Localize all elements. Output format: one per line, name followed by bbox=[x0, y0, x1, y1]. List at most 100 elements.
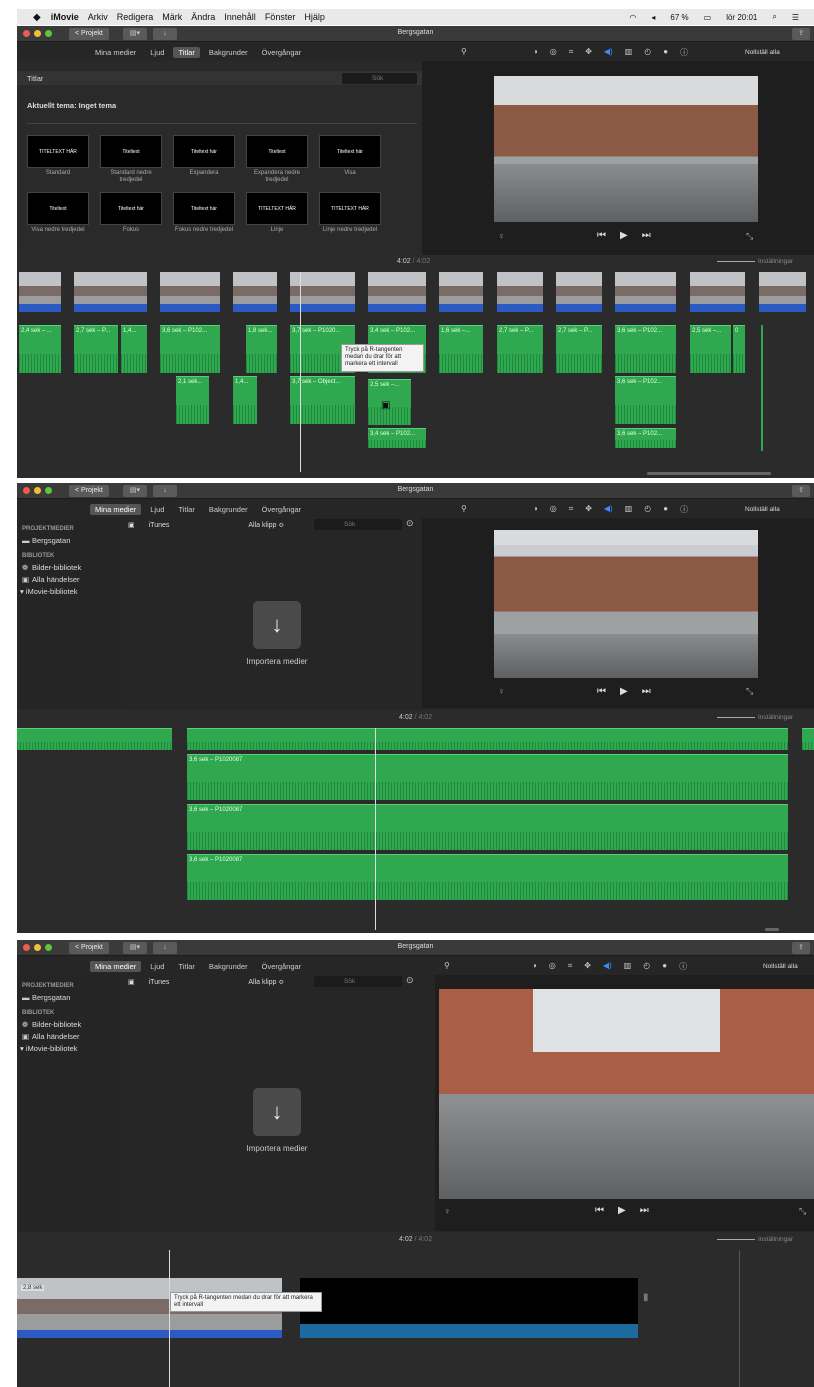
skip-forward-icon[interactable]: ⏭ bbox=[640, 1205, 649, 1216]
title-tile[interactable]: Titeltext Expandera nedre tredjedel bbox=[246, 135, 308, 186]
fullscreen-icon[interactable]: ⤡ bbox=[799, 1206, 806, 1217]
timeline[interactable]: 4:02 / 4:02 Inställningar 2,8 sek ▮ Tryc… bbox=[17, 1232, 814, 1387]
audio-clip[interactable]: 2,7 sek – P... bbox=[497, 325, 543, 373]
play-icon[interactable]: ▶ bbox=[620, 230, 628, 241]
reset-all-button[interactable]: Nollställ alla bbox=[745, 506, 780, 513]
microphone-icon[interactable]: ♀ bbox=[444, 1206, 451, 1216]
menu-andra[interactable]: Ändra bbox=[191, 12, 215, 22]
video-clip[interactable] bbox=[233, 272, 277, 312]
sidebar-item-imovie-library[interactable]: ▾ iMovie-bibliotek bbox=[20, 1044, 122, 1053]
playhead[interactable] bbox=[375, 728, 376, 930]
timeline-scrollbar[interactable] bbox=[765, 928, 779, 931]
tab-my-media[interactable]: Mina medier bbox=[90, 504, 142, 515]
video-clip[interactable] bbox=[497, 272, 543, 312]
title-tile[interactable]: Titeltext här Visa bbox=[319, 135, 381, 186]
filter-options-icon[interactable]: ⊙ bbox=[406, 518, 414, 529]
video-clip[interactable] bbox=[759, 272, 806, 312]
reset-all-button[interactable]: Nollställ alla bbox=[745, 49, 780, 56]
magic-wand-icon[interactable]: ⚲ bbox=[444, 961, 450, 972]
crop-icon[interactable]: ⌗ bbox=[568, 961, 573, 972]
color-correction-icon[interactable]: ◎ bbox=[550, 504, 557, 515]
stabilization-icon[interactable]: ✥ bbox=[584, 961, 591, 972]
settings-label[interactable]: Inställningar bbox=[758, 1236, 793, 1243]
audio-clip-sliver[interactable] bbox=[761, 325, 763, 451]
video-clip[interactable] bbox=[19, 272, 61, 312]
tab-titles[interactable]: Titlar bbox=[178, 505, 194, 514]
audio-clip[interactable]: 2,4 sek – ... bbox=[19, 325, 61, 373]
audio-clip[interactable]: 0 bbox=[733, 325, 745, 373]
tab-backgrounds[interactable]: Bakgrunder bbox=[209, 48, 248, 57]
skip-back-icon[interactable]: ⏮ bbox=[597, 686, 606, 697]
menu-hjalp[interactable]: Hjälp bbox=[304, 12, 325, 22]
tab-backgrounds[interactable]: Bakgrunder bbox=[209, 962, 248, 971]
black-clip-bar[interactable] bbox=[300, 1324, 638, 1338]
video-clip[interactable] bbox=[690, 272, 745, 312]
fullscreen-icon[interactable]: ⤡ bbox=[746, 231, 753, 242]
apple-menu-icon[interactable]: ◆ bbox=[33, 12, 41, 23]
microphone-icon[interactable]: ♀ bbox=[498, 231, 505, 241]
audio-clip[interactable]: 3,6 sek – P102... bbox=[615, 428, 676, 448]
color-balance-icon[interactable]: ◑ bbox=[533, 504, 538, 515]
title-thumbnail[interactable]: Titeltext bbox=[100, 135, 162, 168]
sidebar-item-photos[interactable]: ❁ Bilder-bibliotek bbox=[22, 563, 122, 572]
sidebar-toggle-icon[interactable]: ▣ bbox=[128, 978, 135, 986]
settings-label[interactable]: Inställningar bbox=[758, 258, 793, 265]
color-balance-icon[interactable]: ◑ bbox=[532, 961, 537, 972]
audio-clip[interactable]: 3,6 sek – P1020087 bbox=[187, 754, 788, 800]
color-correction-icon[interactable]: ◎ bbox=[550, 47, 557, 58]
timeline[interactable]: 4:02 / 4:02 Inställningar 3,6 sek – P102… bbox=[17, 710, 814, 933]
video-clip[interactable] bbox=[368, 272, 426, 312]
title-tile[interactable]: TITELTEXT HÄR Linje bbox=[246, 192, 308, 243]
magic-wand-icon[interactable]: ⚲ bbox=[461, 504, 467, 515]
info-icon[interactable]: ⓘ bbox=[680, 504, 688, 515]
volume-icon[interactable]: ◀) bbox=[603, 961, 612, 972]
sidebar-item-project[interactable]: ▬ Bergsgatan bbox=[22, 536, 122, 545]
audio-clip[interactable]: 2,7 sek – P... bbox=[556, 325, 602, 373]
media-search-input[interactable]: Sök bbox=[314, 519, 402, 530]
video-clip[interactable] bbox=[556, 272, 602, 312]
playhead[interactable] bbox=[169, 1250, 170, 1387]
audio-clip[interactable]: 1,6 sek –... bbox=[439, 325, 483, 373]
tab-audio[interactable]: Ljud bbox=[150, 962, 164, 971]
import-media-area[interactable]: ↓ Importera medier bbox=[222, 601, 332, 666]
audio-clip[interactable]: 3,6 sek – P1020087 bbox=[187, 854, 788, 900]
skip-forward-icon[interactable]: ⏭ bbox=[642, 686, 651, 697]
import-arrow-icon[interactable]: ↓ bbox=[253, 601, 301, 649]
tab-transitions[interactable]: Övergångar bbox=[262, 962, 302, 971]
audio-clip[interactable]: 2,1 sek... bbox=[176, 376, 209, 424]
info-icon[interactable]: ⓘ bbox=[680, 47, 688, 58]
noise-reduction-icon[interactable]: ▥ bbox=[625, 47, 633, 58]
title-tile[interactable]: Titeltext här Fokus nedre tredjedel bbox=[173, 192, 235, 243]
play-icon[interactable]: ▶ bbox=[620, 686, 628, 697]
audio-clip[interactable] bbox=[187, 728, 788, 751]
title-tile[interactable]: Titeltext Standard nedre tredjedel bbox=[100, 135, 162, 186]
play-icon[interactable]: ▶ bbox=[618, 1205, 626, 1216]
title-thumbnail[interactable]: Titeltext här bbox=[319, 135, 381, 168]
playhead[interactable] bbox=[300, 272, 301, 472]
black-clip[interactable] bbox=[300, 1278, 638, 1324]
media-search-input[interactable]: Sök bbox=[314, 976, 402, 987]
menu-arkiv[interactable]: Arkiv bbox=[88, 12, 108, 22]
menu-fonster[interactable]: Fönster bbox=[265, 12, 296, 22]
info-icon[interactable]: ⓘ bbox=[679, 961, 687, 972]
filter-icon[interactable]: ● bbox=[663, 47, 668, 58]
zoom-slider[interactable]: Inställningar bbox=[717, 258, 793, 265]
title-tile[interactable]: Titeltext här Expandera bbox=[173, 135, 235, 186]
filter-select[interactable]: Alla klipp ≎ bbox=[248, 521, 284, 529]
volume-icon[interactable]: ◀) bbox=[604, 504, 613, 515]
stabilization-icon[interactable]: ✥ bbox=[585, 504, 592, 515]
zoom-slider[interactable]: Inställningar bbox=[717, 714, 793, 721]
audio-clip[interactable]: 3,4 sek – P102... bbox=[368, 428, 426, 448]
audio-clip[interactable]: 2,7 sek – P... bbox=[74, 325, 118, 373]
video-clip[interactable] bbox=[615, 272, 676, 312]
audio-clip[interactable]: 3,6 sek – P1020087 bbox=[187, 804, 788, 850]
audio-clip[interactable]: 1,8 sek... bbox=[246, 325, 277, 373]
wifi-icon[interactable]: ◠ bbox=[629, 13, 636, 22]
tab-transitions[interactable]: Övergångar bbox=[262, 48, 302, 57]
clock[interactable]: lör 20:01 bbox=[726, 13, 757, 22]
menu-mark[interactable]: Märk bbox=[162, 12, 182, 22]
audio-clip[interactable] bbox=[17, 728, 172, 751]
clip-trim-handle-icon[interactable]: ▮ bbox=[643, 1292, 649, 1303]
share-button[interactable]: ⇪ bbox=[792, 942, 810, 954]
title-thumbnail[interactable]: TITELTEXT HÄR bbox=[27, 135, 89, 168]
